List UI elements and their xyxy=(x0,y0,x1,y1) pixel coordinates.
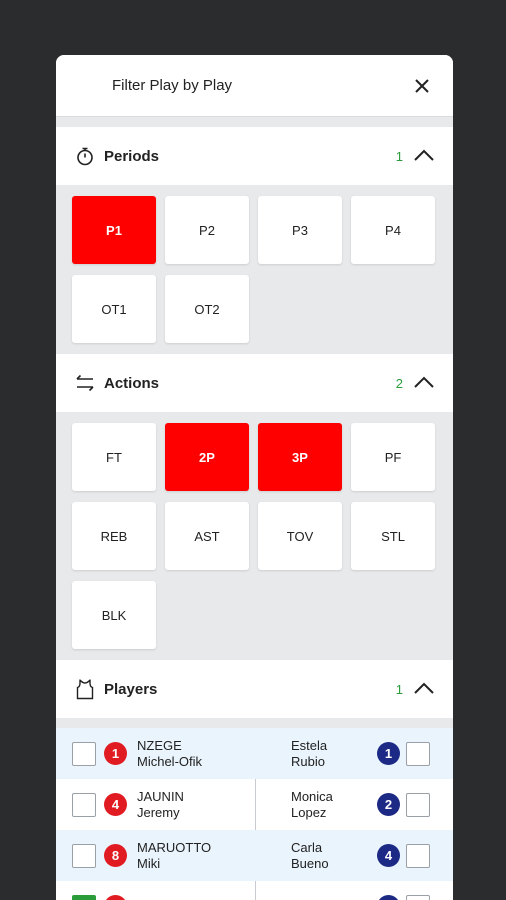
player-name-line-1: Carla xyxy=(291,839,323,855)
player-checkbox[interactable] xyxy=(406,792,430,817)
actions-count: 2 xyxy=(395,375,403,391)
away-player xyxy=(255,881,453,900)
jersey-number-badge xyxy=(377,895,400,900)
player-name-line-2: Rubio xyxy=(291,753,325,769)
action-ft[interactable]: FT xyxy=(72,423,156,491)
player-name: JAUNIN Jeremy xyxy=(137,789,184,821)
player-row: 8 MARUOTTO Miki Carla Bueno 4 xyxy=(56,830,453,881)
periods-count: 1 xyxy=(395,148,403,164)
player-first-name: Jeremy xyxy=(137,804,180,820)
jersey-number-badge: 1 xyxy=(104,742,127,765)
player-last-name: NZEGE xyxy=(137,737,182,753)
action-2p[interactable]: 2P xyxy=(165,423,249,491)
period-p3[interactable]: P3 xyxy=(258,196,342,264)
player-name-line-2: Bueno xyxy=(291,855,329,871)
chevron-up-icon[interactable] xyxy=(413,372,435,394)
player-name: Estela Rubio xyxy=(291,738,377,770)
period-p2[interactable]: P2 xyxy=(165,196,249,264)
player-last-name: MARUOTTO xyxy=(137,839,212,855)
player-name: MARUOTTO Miki xyxy=(137,840,211,872)
actions-title: Actions xyxy=(104,374,160,392)
actions-section-header[interactable]: Actions 2 xyxy=(56,354,453,412)
player-checkbox-checked[interactable] xyxy=(72,894,96,900)
action-tov[interactable]: TOV xyxy=(258,502,342,570)
jersey-number-badge: 4 xyxy=(104,793,127,816)
player-name: NZEGE Michel-Ofik xyxy=(137,738,202,770)
away-player: Estela Rubio 1 xyxy=(255,728,453,779)
player-last-name: JAUNIN xyxy=(137,788,184,804)
periods-title: Periods xyxy=(104,147,160,165)
action-reb[interactable]: REB xyxy=(72,502,156,570)
away-player: Carla Bueno 4 xyxy=(255,830,453,881)
player-checkbox[interactable] xyxy=(406,894,430,900)
player-row: 4 JAUNIN Jeremy Monica Lopez 2 xyxy=(56,779,453,830)
periods-grid: P1 P2 P3 P4 OT1 OT2 xyxy=(56,185,453,354)
period-ot2[interactable]: OT2 xyxy=(165,275,249,343)
player-checkbox[interactable] xyxy=(72,792,96,817)
player-name-line-1: Monica xyxy=(291,788,333,804)
period-p1[interactable]: P1 xyxy=(72,196,156,264)
period-p4[interactable]: P4 xyxy=(351,196,435,264)
player-name-line-1: Estela xyxy=(291,737,328,753)
period-ot1[interactable]: OT1 xyxy=(72,275,156,343)
home-player xyxy=(56,881,255,900)
action-3p[interactable]: 3P xyxy=(258,423,342,491)
jersey-icon xyxy=(74,678,96,700)
action-stl[interactable]: STL xyxy=(351,502,435,570)
action-pf[interactable]: PF xyxy=(351,423,435,491)
home-player: 8 MARUOTTO Miki xyxy=(56,830,255,881)
players-title: Players xyxy=(104,680,158,698)
player-first-name: Miki xyxy=(137,855,161,871)
players-section-header[interactable]: Players 1 xyxy=(56,660,453,718)
player-checkbox[interactable] xyxy=(406,741,430,766)
filter-panel: Filter Play by Play Periods 1 P1 P2 P3 P… xyxy=(56,55,453,900)
player-checkbox[interactable] xyxy=(406,843,430,868)
periods-section-header[interactable]: Periods 1 xyxy=(56,127,453,185)
filter-title: Filter Play by Play xyxy=(112,77,233,94)
stopwatch-icon xyxy=(74,145,96,167)
jersey-number-badge xyxy=(104,895,127,900)
action-ast[interactable]: AST xyxy=(165,502,249,570)
player-row xyxy=(56,881,453,900)
jersey-number-badge: 2 xyxy=(377,793,400,816)
player-checkbox[interactable] xyxy=(72,843,96,868)
players-list: 1 NZEGE Michel-Ofik Estela Rubio 1 4 JAU… xyxy=(56,728,453,900)
filter-header: Filter Play by Play xyxy=(56,55,453,117)
chevron-up-icon[interactable] xyxy=(413,678,435,700)
swap-arrows-icon xyxy=(74,372,96,394)
jersey-number-badge: 1 xyxy=(377,742,400,765)
action-blk[interactable]: BLK xyxy=(72,581,156,649)
players-count: 1 xyxy=(395,681,403,697)
player-name-line-2: Lopez xyxy=(291,804,327,820)
home-player: 1 NZEGE Michel-Ofik xyxy=(56,728,255,779)
close-icon[interactable] xyxy=(411,75,433,97)
player-first-name: Michel-Ofik xyxy=(137,753,203,769)
player-name: Carla Bueno xyxy=(291,840,377,872)
player-name: Monica Lopez xyxy=(291,789,377,821)
player-row: 1 NZEGE Michel-Ofik Estela Rubio 1 xyxy=(56,728,453,779)
actions-grid: FT 2P 3P PF REB AST TOV STL BLK xyxy=(56,412,453,660)
jersey-number-badge: 4 xyxy=(377,844,400,867)
home-player: 4 JAUNIN Jeremy xyxy=(56,779,255,830)
player-checkbox[interactable] xyxy=(72,741,96,766)
jersey-number-badge: 8 xyxy=(104,844,127,867)
away-player: Monica Lopez 2 xyxy=(255,779,453,830)
chevron-up-icon[interactable] xyxy=(413,145,435,167)
